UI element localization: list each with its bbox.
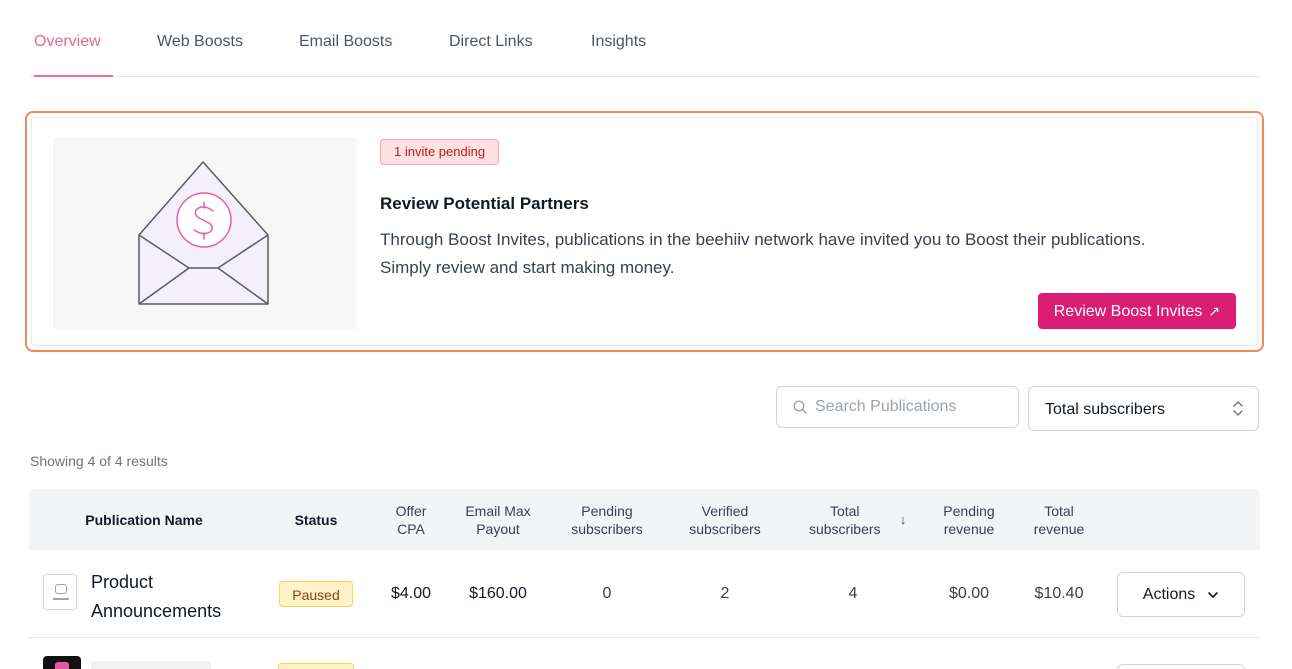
- status-badge: Paused: [279, 581, 353, 607]
- table-row[interactable]: [29, 639, 1260, 669]
- invite-pending-badge: 1 invite pending: [380, 139, 500, 165]
- email-max-payout-cell: $160.00: [469, 585, 527, 602]
- column-offer-cpa[interactable]: Offer CPA: [379, 489, 443, 550]
- pending-revenue-cell: $0.00: [948, 585, 990, 602]
- table-header: Publication Name Status Offer CPA Email …: [29, 489, 1260, 550]
- chevron-up-down-icon: [1233, 401, 1243, 416]
- actions-button[interactable]: [1117, 664, 1245, 669]
- search-input[interactable]: [815, 387, 1010, 427]
- offer-cpa-cell: $4.00: [390, 585, 432, 602]
- boost-invites-banner: 1 invite pending Review Potential Partne…: [25, 111, 1264, 352]
- sort-select[interactable]: Total subscribers: [1028, 386, 1259, 431]
- column-status[interactable]: Status: [281, 489, 351, 550]
- chevron-down-icon: [1208, 591, 1219, 598]
- publication-name[interactable]: Product Announcements: [91, 568, 261, 626]
- actions-button[interactable]: Actions: [1117, 572, 1245, 617]
- arrow-up-right-icon: ↗: [1208, 303, 1220, 319]
- publication-logo: [43, 574, 77, 610]
- tab-insights[interactable]: Insights: [591, 33, 646, 77]
- review-boost-invites-label: Review Boost Invites: [1053, 303, 1203, 320]
- publication-logo: [43, 656, 81, 669]
- column-total-revenue[interactable]: Total revenue: [1023, 489, 1095, 550]
- status-cell: Paused: [275, 550, 357, 638]
- verified-subscribers-cell: 2: [720, 585, 730, 602]
- column-pending-revenue[interactable]: Pending revenue: [929, 489, 1009, 550]
- search-icon: [793, 400, 807, 414]
- total-revenue-cell: $10.40: [1034, 585, 1084, 602]
- column-publication-name[interactable]: Publication Name: [39, 489, 249, 550]
- review-boost-invites-button[interactable]: Review Boost Invites ↗: [1037, 293, 1236, 329]
- column-pending-subscribers[interactable]: Pending subscribers: [559, 489, 655, 550]
- publication-name: [91, 661, 211, 669]
- column-total-subscribers[interactable]: Total subscribers ↓: [791, 489, 915, 550]
- status-badge: [278, 663, 354, 669]
- column-verified-subscribers[interactable]: Verified subscribers: [677, 489, 773, 550]
- tab-direct-links[interactable]: Direct Links: [449, 33, 533, 77]
- arrow-down-icon: ↓: [899, 511, 907, 527]
- tab-email-boosts[interactable]: Email Boosts: [299, 33, 392, 77]
- banner-description: Through Boost Invites, publications in t…: [380, 230, 1146, 277]
- actions-label: Actions: [1142, 585, 1196, 603]
- envelope-dollar-icon: [53, 138, 357, 329]
- column-total-subscribers-label: Total subscribers: [808, 502, 881, 537]
- tab-web-boosts[interactable]: Web Boosts: [157, 33, 243, 77]
- sort-select-value: Total subscribers: [1045, 401, 1166, 418]
- table-row[interactable]: Product Announcements Paused $4.00 $160.…: [29, 550, 1260, 638]
- tab-bar: Overview Web Boosts Email Boosts Direct …: [30, 0, 1260, 77]
- search-box: [776, 386, 1019, 428]
- banner-card: 1 invite pending Review Potential Partne…: [31, 117, 1258, 346]
- pending-subscribers-cell: 0: [602, 585, 612, 602]
- total-subscribers-cell: 4: [848, 585, 858, 602]
- results-count: Showing 4 of 4 results: [30, 453, 168, 469]
- tab-overview[interactable]: Overview: [34, 33, 113, 77]
- banner-title: Review Potential Partners: [380, 194, 589, 213]
- column-email-max-payout[interactable]: Email Max Payout: [454, 489, 542, 550]
